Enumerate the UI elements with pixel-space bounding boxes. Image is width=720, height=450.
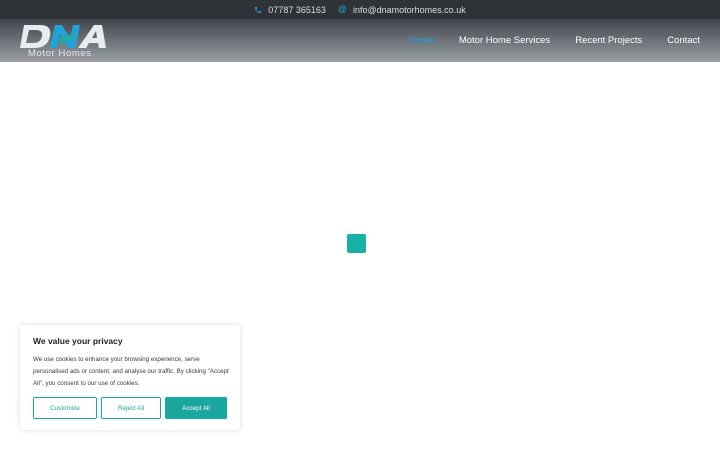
nav-motor-home-services[interactable]: Motor Home Services [459, 35, 550, 46]
nav-recent-projects[interactable]: Recent Projects [575, 35, 642, 46]
cookie-title: We value your privacy [33, 336, 123, 346]
nav-home[interactable]: Home [409, 35, 434, 46]
site-logo[interactable]: Motor Homes [20, 23, 110, 60]
phone-icon [254, 6, 262, 14]
customize-button[interactable]: Customize [33, 397, 97, 419]
logo-subtitle: Motor Homes [28, 48, 92, 59]
cookie-text: We use cookies to enhance your browsing … [33, 356, 229, 387]
site-header: Motor Homes Home Motor Home Services Rec… [0, 19, 720, 62]
phone-number[interactable]: 07787 365163 [268, 5, 326, 15]
phone-contact[interactable]: 07787 365163 [254, 5, 326, 15]
reject-all-button[interactable]: Reject All [101, 397, 161, 419]
cookie-buttons: Customize Reject All Accept All [33, 397, 227, 419]
logo-mark-icon [20, 25, 106, 48]
cookie-consent-banner: We value your privacy We use cookies to … [20, 325, 240, 430]
nav-contact[interactable]: Contact [667, 35, 700, 46]
top-contact-bar: 07787 365163 @ info@dnamotorhomes.co.uk [0, 0, 720, 19]
email-address[interactable]: info@dnamotorhomes.co.uk [353, 5, 466, 15]
at-icon: @ [337, 4, 347, 14]
main-nav: Home Motor Home Services Recent Projects… [384, 19, 701, 62]
email-contact[interactable]: @ info@dnamotorhomes.co.uk [338, 5, 466, 15]
page-loader-spinner [347, 234, 366, 253]
accept-all-button[interactable]: Accept All [165, 397, 227, 419]
